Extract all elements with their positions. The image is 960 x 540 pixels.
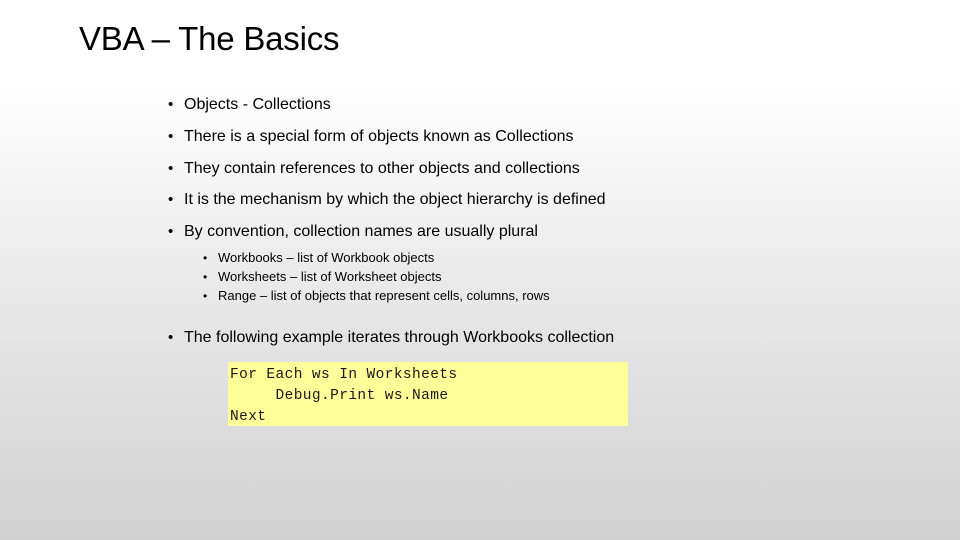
bullet-marker-icon: •	[168, 223, 174, 240]
sub-bullet-text: Workbooks – list of Workbook objects	[218, 250, 435, 265]
bullet-text: By convention, collection names are usua…	[184, 223, 538, 240]
bullet-text: Objects - Collections	[184, 96, 331, 113]
bullet-item: • By convention, collection names are usu…	[168, 222, 908, 242]
bullet-text: There is a special form of objects known…	[184, 128, 574, 145]
sub-bullet-item: • Workbooks – list of Workbook objects	[203, 249, 903, 267]
bullet-text: The following example iterates through W…	[184, 329, 615, 346]
code-line: Debug.Print ws.Name	[230, 388, 449, 404]
slide-canvas: VBA – The Basics • Objects - Collections …	[0, 0, 960, 540]
sub-bullet-text: Range – list of objects that represent c…	[218, 288, 550, 303]
sub-bullet-text: Worksheets – list of Worksheet objects	[218, 269, 442, 284]
bullet-item: • There is a special form of objects know…	[168, 127, 908, 147]
bullet-marker-icon: •	[203, 251, 208, 265]
code-block: For Each ws In Worksheets Debug.Print ws…	[228, 362, 628, 426]
bullet-text: They contain references to other objects…	[184, 160, 580, 177]
bullet-item: • It is the mechanism by which the object…	[168, 190, 908, 210]
sub-bullet-item: • Range – list of objects that represent …	[203, 287, 903, 305]
bullet-marker-icon: •	[168, 160, 174, 177]
sub-bullet-item: • Worksheets – list of Worksheet objects	[203, 268, 903, 286]
bullet-item: • They contain references to other object…	[168, 159, 908, 179]
code-line: For Each ws In Worksheets	[230, 367, 458, 383]
code-line: Next	[230, 409, 267, 425]
bullet-marker-icon: •	[203, 270, 208, 284]
bullet-item: • Objects - Collections	[168, 95, 908, 115]
bullet-text: It is the mechanism by which the object …	[184, 191, 606, 208]
bullet-marker-icon: •	[203, 289, 208, 303]
bullet-item: • The following example iterates through …	[168, 328, 908, 348]
bullet-marker-icon: •	[168, 329, 174, 346]
bullet-marker-icon: •	[168, 96, 174, 113]
bullet-marker-icon: •	[168, 128, 174, 145]
slide-body: • Objects - Collections • There is a speci…	[0, 0, 960, 540]
bullet-marker-icon: •	[168, 191, 174, 208]
